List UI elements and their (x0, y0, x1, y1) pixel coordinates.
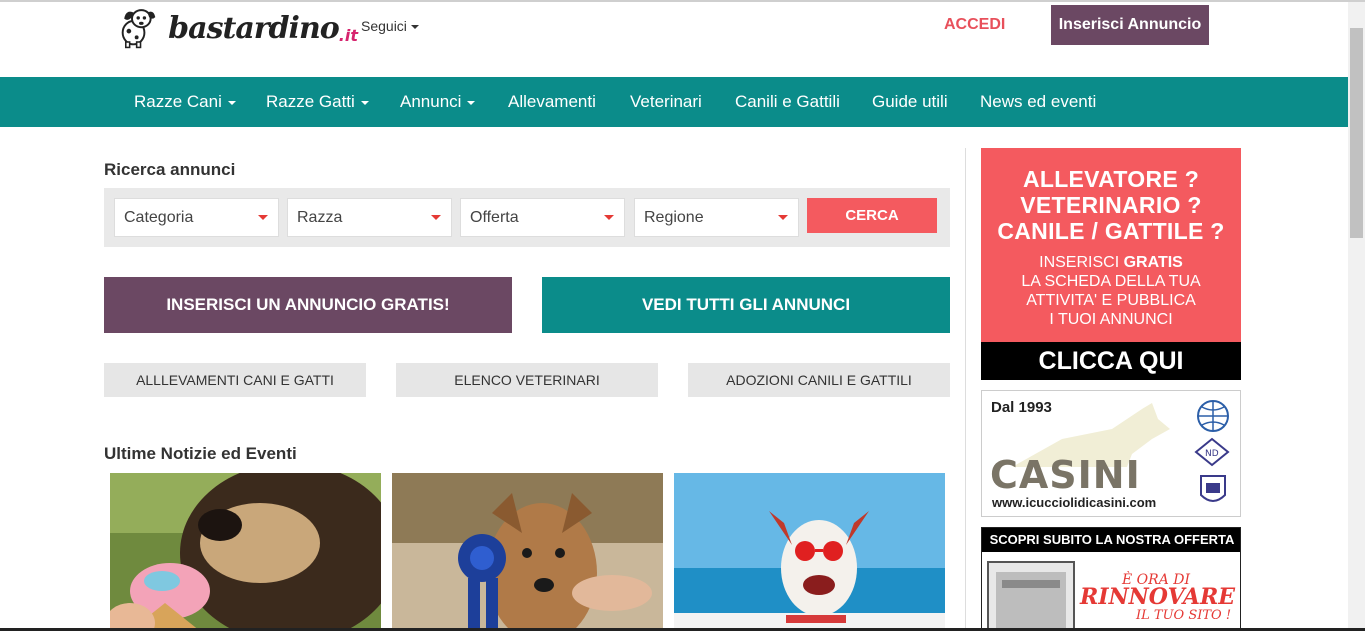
login-link[interactable]: ACCEDI (944, 16, 1005, 34)
insert-free-ad-button[interactable]: INSERISCI UN ANNUNCIO GRATIS! (104, 277, 512, 333)
nav-item-razze-cani[interactable]: Razze Cani (134, 77, 236, 127)
nav-item-annunci[interactable]: Annunci (400, 77, 476, 127)
offer-line-2: RINNOVARE (1080, 584, 1236, 610)
breed-select[interactable]: Razza (287, 198, 452, 237)
seguici-label: Seguici (361, 18, 407, 34)
enci-logo-icon: ND (1194, 437, 1230, 467)
vets-link[interactable]: ELENCO VETERINARI (396, 363, 658, 397)
banner-sub-4: I TUOI ANNUNCI (1049, 311, 1173, 328)
globe-logo-icon (1197, 400, 1229, 432)
caret-down-icon (778, 215, 788, 220)
scrollbar-thumb[interactable] (1350, 28, 1363, 238)
chevron-down-icon (410, 25, 419, 30)
ad-url: www.icucciolidicasini.com (992, 495, 1157, 510)
nav-item-veterinari[interactable]: Veterinari (630, 77, 702, 127)
banner-sub-bold: GRATIS (1123, 254, 1183, 271)
website-offer-banner[interactable]: SCOPRI SUBITO LA NOSTRA OFFERTA È ORA DI… (981, 527, 1241, 631)
nav-item-label: Annunci (400, 92, 462, 111)
category-select-value: Categoria (124, 209, 194, 226)
main-nav: Razze Cani Razze Gatti Annunci Allevamen… (0, 77, 1348, 127)
banner-sub-1: INSERISCI GRATIS (981, 254, 1241, 272)
nav-item-razze-gatti[interactable]: Razze Gatti (266, 77, 369, 127)
nav-item-label: Razze Cani (134, 92, 222, 111)
svg-text:ND: ND (1205, 449, 1219, 459)
nav-item-allevamenti[interactable]: Allevamenti (508, 77, 596, 127)
category-select[interactable]: Categoria (114, 198, 279, 237)
nav-item-canili-gattili[interactable]: Canili e Gattili (735, 77, 840, 127)
site-header: bastardino .it Seguici ACCEDI Inserisci … (0, 2, 1348, 77)
offer-select-value: Offerta (470, 209, 519, 226)
ad-brand-name: CASINI (990, 453, 1141, 497)
shield-logo-icon (1200, 475, 1226, 502)
offer-bar: SCOPRI SUBITO LA NOSTRA OFFERTA (982, 528, 1240, 552)
logo-text: bastardino (168, 10, 340, 46)
news-section-title: Ultime Notizie ed Eventi (104, 444, 297, 463)
banner-sub-2: LA SCHEDA DELLA TUA (1021, 273, 1201, 290)
news-image-dog-sunglasses[interactable] (674, 473, 945, 631)
banner-line-2: VETERINARIO ? (1020, 192, 1202, 218)
news-image-greyhound[interactable] (392, 473, 663, 631)
insert-ad-button[interactable]: Inserisci Annuncio (1051, 5, 1209, 45)
adoptions-link[interactable]: ADOZIONI CANILI E GATTILI (688, 363, 950, 397)
caret-down-icon (431, 215, 441, 220)
banner-line-1: ALLEVATORE ? (1022, 166, 1200, 192)
search-title: Ricerca annunci (104, 160, 236, 179)
offer-select[interactable]: Offerta (460, 198, 625, 237)
chevron-down-icon (360, 100, 369, 105)
dog-logo-icon (121, 9, 156, 49)
region-select-value: Regione (644, 209, 704, 226)
monitor-icon (987, 561, 1075, 630)
chevron-down-icon (227, 100, 236, 105)
view-all-ads-button[interactable]: VEDI TUTTI GLI ANNUNCI (542, 277, 950, 333)
casini-ad-banner[interactable]: Dal 1993 CASINI ND www.icucciolidicasini… (981, 390, 1241, 517)
nav-item-guide-utili[interactable]: Guide utili (872, 77, 948, 127)
banner-sub-prefix: INSERISCI (1039, 254, 1124, 271)
banner-line-3: CANILE / GATTILE ? (997, 218, 1225, 244)
chevron-down-icon (467, 100, 476, 105)
search-button[interactable]: CERCA (807, 198, 937, 233)
nav-item-label: Razze Gatti (266, 92, 355, 111)
banner-sub-3: ATTIVITA' E PUBBLICA (1026, 292, 1196, 309)
seguici-dropdown[interactable]: Seguici (361, 18, 419, 34)
caret-down-icon (604, 215, 614, 220)
site-logo[interactable]: bastardino .it (118, 2, 358, 54)
news-image-dog-icecream[interactable] (110, 473, 381, 631)
sidebar-divider (965, 148, 966, 628)
region-select[interactable]: Regione (634, 198, 799, 237)
caret-down-icon (258, 215, 268, 220)
banner-cta[interactable]: CLICCA QUI (981, 342, 1241, 380)
nav-item-news[interactable]: News ed eventi (980, 77, 1096, 127)
pro-signup-banner[interactable]: ALLEVATORE ? VETERINARIO ? CANILE / GATT… (981, 148, 1241, 380)
offer-line-3: IL TUO SITO ! (1136, 608, 1232, 623)
breed-select-value: Razza (297, 209, 343, 226)
breeders-link[interactable]: ALLLEVAMENTI CANI E GATTI (104, 363, 366, 397)
logo-tld: .it (338, 25, 358, 45)
